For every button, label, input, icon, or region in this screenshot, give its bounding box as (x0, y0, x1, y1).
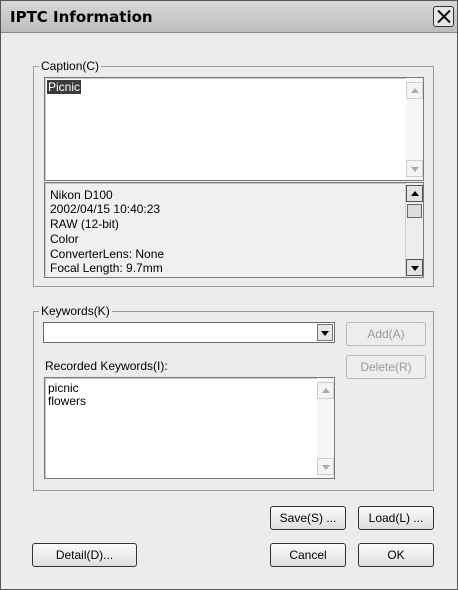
add-keyword-button[interactable]: Add(A) (346, 322, 426, 346)
info-line: Nikon D100 (50, 188, 113, 202)
keyword-item[interactable]: flowers (48, 395, 86, 408)
save-button[interactable]: Save(S) ... (270, 506, 346, 530)
caption-textarea[interactable]: Picnic (44, 77, 424, 181)
keywords-scrollbar[interactable] (317, 378, 334, 478)
keywords-group-label: Keywords(K) (39, 304, 112, 318)
recorded-keywords-list[interactable]: picnic flowers (44, 377, 335, 479)
info-line: Focal Length: 9.7mm (50, 261, 163, 275)
detail-button[interactable]: Detail(D)... (32, 543, 137, 567)
close-icon[interactable] (433, 6, 454, 27)
delete-keyword-button[interactable]: Delete(R) (346, 355, 426, 379)
info-scrollbar[interactable] (405, 183, 423, 277)
title-bar[interactable]: IPTC Information (1, 1, 457, 33)
info-line: ConverterLens: None (50, 247, 165, 261)
info-line: RAW (12-bit) (50, 217, 119, 231)
keyword-combo[interactable] (43, 322, 335, 343)
window-title: IPTC Information (10, 8, 153, 26)
info-scroll-down-icon[interactable] (406, 259, 423, 276)
keywords-scroll-up-icon[interactable] (317, 382, 334, 399)
cancel-button[interactable]: Cancel (270, 543, 346, 567)
load-button[interactable]: Load(L) ... (358, 506, 434, 530)
iptc-dialog: IPTC Information Caption(C) Picnic Nikon… (0, 0, 458, 590)
recorded-keywords-label: Recorded Keywords(I): (45, 359, 168, 373)
image-info-list[interactable]: Nikon D100 2002/04/15 10:40:23 RAW (12-b… (44, 182, 424, 278)
caption-text: Picnic (47, 80, 82, 94)
combo-dropdown-icon[interactable] (317, 324, 333, 341)
info-line: 2002/04/15 10:40:23 (50, 202, 161, 216)
caption-scrollbar[interactable] (406, 78, 423, 180)
keywords-scroll-down-icon[interactable] (317, 458, 334, 475)
ok-button[interactable]: OK (358, 543, 434, 567)
caption-scroll-up-icon[interactable] (406, 82, 423, 99)
info-scroll-thumb[interactable] (407, 204, 422, 218)
info-scroll-up-icon[interactable] (406, 185, 423, 202)
caption-group-label: Caption(C) (39, 59, 102, 73)
caption-scroll-down-icon[interactable] (406, 160, 423, 177)
info-line: Color (50, 232, 79, 246)
